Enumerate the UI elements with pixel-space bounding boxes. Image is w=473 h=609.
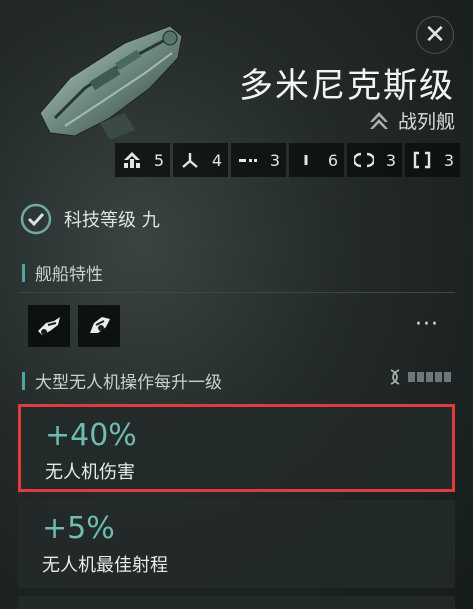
- skill-section-label: 大型无人机操作每升一级: [35, 373, 222, 393]
- skill-pip: [417, 372, 424, 382]
- bonus-card[interactable]: +40% 无人机伤害: [18, 404, 455, 492]
- bonus-value: +5%: [42, 511, 115, 546]
- slot-drone-value: 4: [211, 150, 222, 170]
- bonus-value: +40%: [45, 418, 137, 453]
- tech-level-label: 科技等级 九: [64, 210, 160, 231]
- slot-high-value: 5: [153, 150, 164, 170]
- skill-level-indicator: [388, 369, 451, 385]
- bonus-label: 无人机最佳射程: [42, 555, 168, 576]
- slot-drone[interactable]: 4: [173, 143, 228, 177]
- ship-class-label: 战列舰: [397, 111, 455, 133]
- slot-low[interactable]: 3: [405, 143, 460, 177]
- drone-bay-trait-icon[interactable]: [28, 305, 70, 347]
- slot-turret[interactable]: 3: [231, 143, 286, 177]
- bonus-card[interactable]: [18, 596, 455, 609]
- battleship-class-icon: [369, 111, 388, 129]
- launcher-icon: [295, 151, 317, 169]
- check-circle-icon: [20, 203, 52, 235]
- skill-level-pips: [408, 372, 451, 382]
- section-accent-bar: [22, 263, 25, 282]
- traits-section-title: 舰船特性: [22, 260, 103, 285]
- bonus-label: 无人机伤害: [45, 462, 135, 483]
- skill-pip: [435, 372, 442, 382]
- skill-pip: [426, 372, 433, 382]
- slot-turret-value: 3: [269, 150, 280, 170]
- ship-class: 战列舰: [368, 107, 455, 134]
- turret-icon: [237, 151, 259, 169]
- slot-high[interactable]: 5: [115, 143, 170, 177]
- divider: [18, 292, 455, 293]
- slot-layout: 5 4 3 6 3 3: [115, 143, 460, 177]
- high-slot-icon: [121, 151, 143, 169]
- bonus-card[interactable]: +5% 无人机最佳射程: [18, 500, 455, 588]
- trait-icon-list: [28, 305, 120, 347]
- drone-control-trait-icon[interactable]: [78, 305, 120, 347]
- mid-slot-icon: [353, 151, 375, 169]
- skill-dna-icon: [390, 369, 400, 385]
- slot-mid-value: 3: [385, 150, 396, 170]
- skill-section-title: 大型无人机操作每升一级: [22, 368, 222, 393]
- ship-image: [30, 18, 190, 148]
- more-options-button[interactable]: ···: [415, 312, 439, 337]
- skill-pip: [408, 372, 415, 382]
- close-button[interactable]: ✕: [416, 16, 454, 54]
- close-icon: ✕: [424, 20, 446, 50]
- skill-pip: [444, 372, 451, 382]
- low-slot-icon: [411, 151, 433, 169]
- slot-launcher[interactable]: 6: [289, 143, 344, 177]
- tech-level: 科技等级 九: [20, 203, 160, 235]
- ship-name: 多米尼克斯级: [239, 66, 455, 106]
- slot-low-value: 3: [443, 150, 454, 170]
- slot-mid[interactable]: 3: [347, 143, 402, 177]
- traits-title-label: 舰船特性: [35, 265, 103, 285]
- drone-icon: [179, 151, 201, 169]
- section-accent-bar: [22, 371, 25, 390]
- slot-launcher-value: 6: [327, 150, 338, 170]
